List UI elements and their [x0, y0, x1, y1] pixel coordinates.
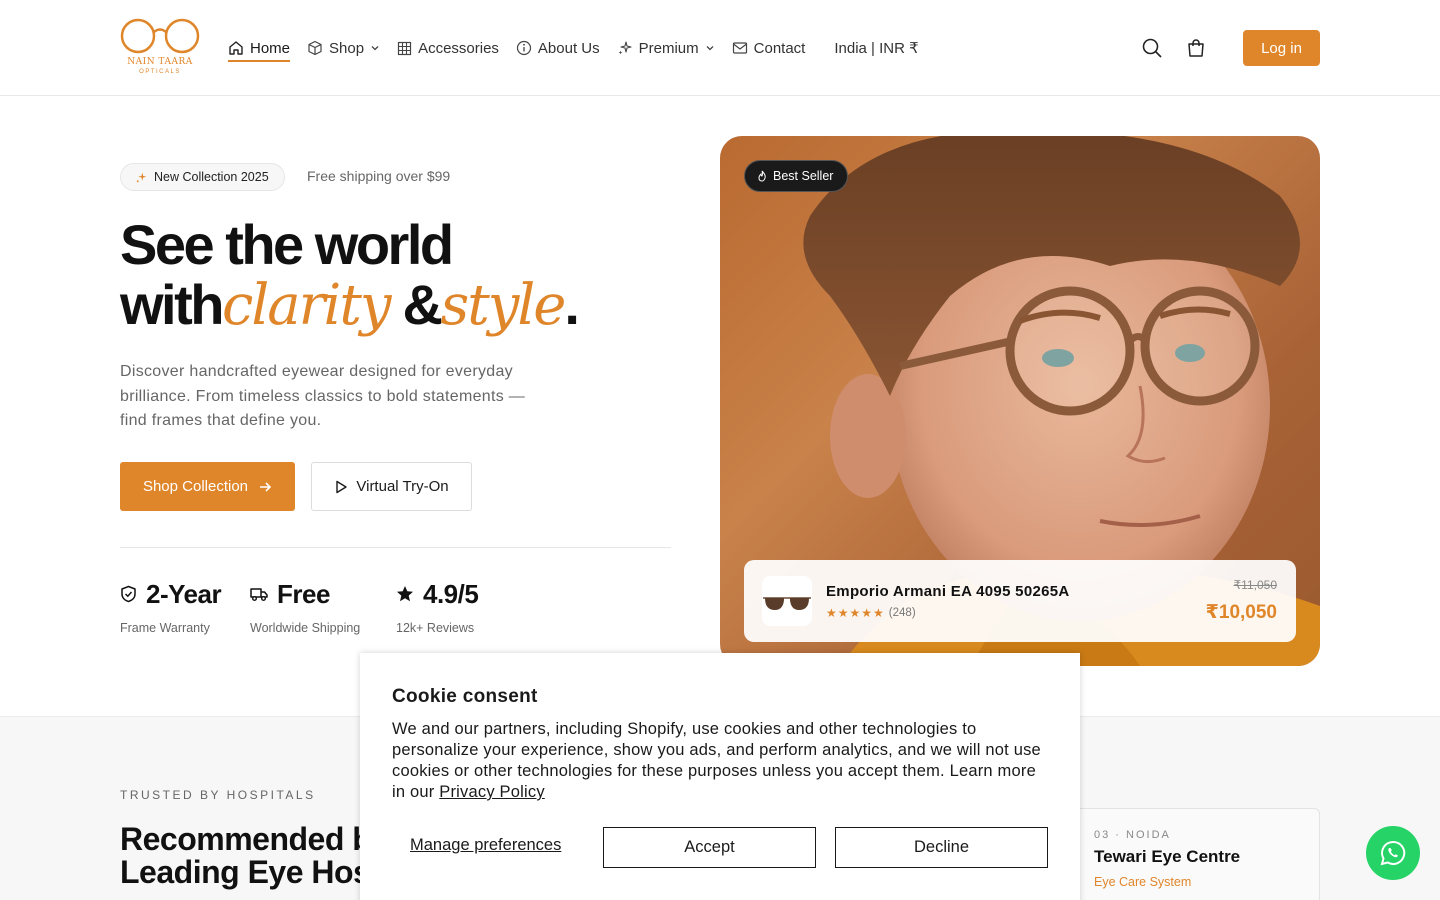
brand-logo[interactable]: NAIN TAARA OPTICALS — [120, 18, 200, 78]
sale-price: ₹10,050 — [1205, 602, 1277, 623]
play-icon — [336, 480, 348, 493]
login-button[interactable]: Log in — [1243, 30, 1320, 66]
free-shipping-note: Free shipping over $99 — [307, 168, 451, 184]
stat-shipping-value: Free — [277, 578, 330, 609]
country-currency-selector[interactable]: India | INR ₹ — [834, 39, 918, 57]
box-icon — [308, 40, 322, 56]
shield-check-icon — [121, 585, 136, 603]
nav-contact-label: Contact — [753, 39, 806, 57]
trusted-eyebrow: TRUSTED BY HOSPITALS — [120, 788, 316, 802]
chevron-down-icon — [706, 46, 714, 51]
hospital-name: Tewari Eye Centre — [1094, 847, 1241, 866]
sunglasses-icon — [763, 597, 811, 610]
shop-collection-label: Shop Collection — [142, 478, 249, 495]
nav-shop-label: Shop — [329, 39, 365, 57]
product-rating: ★★★★★ (248) — [826, 606, 916, 620]
nav-accessories-label: Accessories — [418, 39, 499, 57]
rating-stars: ★★★★★ — [826, 606, 885, 620]
hospital-type: Eye Care System — [1094, 875, 1192, 889]
nav-about[interactable]: About Us — [516, 36, 600, 60]
nav-home[interactable]: Home — [228, 36, 291, 62]
featured-product-card[interactable]: Emporio Armani EA 4095 50265A ★★★★★ (248… — [744, 560, 1296, 642]
product-name: Emporio Armani EA 4095 50265A — [826, 583, 1070, 600]
hero-heading-with: with — [120, 273, 224, 336]
grid-icon — [397, 41, 412, 55]
trusted-heading: Recommended b Leading Eye Hos — [120, 821, 372, 890]
cookie-title: Cookie consent — [392, 686, 538, 707]
decline-button[interactable]: Decline — [835, 827, 1048, 868]
hero-heading: See the world withclarity &style. — [120, 213, 580, 338]
whatsapp-button[interactable] — [1366, 826, 1420, 880]
hero-heading-line1: See the world — [120, 213, 454, 276]
chevron-down-icon — [371, 46, 379, 51]
review-count: (248) — [888, 607, 916, 619]
cart-button[interactable] — [1184, 36, 1208, 60]
privacy-policy-link[interactable]: Privacy Policy — [439, 783, 545, 801]
site-header: NAIN TAARA OPTICALS Home Shop Accessorie… — [0, 0, 1440, 96]
hero-divider — [120, 547, 671, 548]
nav-shop[interactable]: Shop — [307, 36, 380, 60]
sparkles-icon — [136, 172, 147, 183]
brand-name: NAIN TAARA — [127, 57, 193, 67]
original-price: ₹11,050 — [1233, 578, 1277, 592]
nav-contact[interactable]: Contact — [732, 36, 806, 60]
cookie-consent-dialog: Cookie consent We and our partners, incl… — [360, 653, 1080, 900]
stat-reviews-value-row: 4.9/5 — [396, 578, 479, 610]
flame-icon — [758, 170, 766, 182]
product-thumbnail — [762, 576, 812, 626]
stat-warranty: 2-Year Frame Warranty — [120, 578, 222, 636]
virtual-try-on-label: Virtual Try-On — [356, 478, 449, 495]
truck-icon — [250, 588, 268, 601]
virtual-try-on-button[interactable]: Virtual Try-On — [311, 462, 472, 511]
hero-description: Discover handcrafted eyewear designed fo… — [120, 363, 526, 429]
cookie-text: We and our partners, including Shopify, … — [392, 719, 1052, 803]
stat-shipping: Free Worldwide Shipping — [250, 578, 361, 636]
nav-accessories[interactable]: Accessories — [397, 36, 499, 60]
nav-premium[interactable]: Premium — [617, 36, 715, 60]
search-button[interactable] — [1140, 36, 1164, 60]
main-nav: Home Shop Accessories About Us Premium C… — [228, 36, 919, 62]
new-collection-label: New Collection 2025 — [154, 170, 269, 184]
hero-image: Best Seller Emporio Armani EA 4095 50265… — [720, 136, 1320, 666]
hero-heading-style: style — [440, 273, 566, 338]
hero-heading-clarity: clarity — [221, 273, 391, 338]
best-seller-badge: Best Seller — [744, 160, 849, 192]
stat-reviews-label: 12k+ Reviews — [396, 621, 475, 635]
home-icon — [229, 41, 243, 55]
whatsapp-icon — [1380, 840, 1406, 866]
trusted-heading-line1: Recommended b — [120, 821, 372, 857]
stat-shipping-label: Worldwide Shipping — [250, 621, 361, 635]
arrow-right-icon — [260, 481, 272, 492]
new-collection-badge: New Collection 2025 — [120, 163, 285, 191]
manage-preferences-link[interactable]: Manage preferences — [410, 836, 561, 855]
trusted-heading-line2: Leading Eye Hos — [120, 854, 371, 890]
info-icon — [516, 40, 532, 56]
stat-warranty-value-row: 2-Year — [120, 578, 222, 610]
nav-about-label: About Us — [537, 39, 600, 57]
hero-heading-dot: . — [564, 273, 580, 336]
stat-warranty-value: 2-Year — [146, 578, 222, 609]
star-icon — [397, 586, 413, 602]
glasses-logo-icon — [120, 18, 200, 54]
nav-premium-label: Premium — [638, 39, 699, 57]
mail-icon — [732, 42, 747, 54]
nav-home-label: Home — [250, 39, 291, 57]
stat-reviews-value: 4.9/5 — [423, 578, 479, 609]
stat-warranty-label: Frame Warranty — [120, 621, 210, 635]
sparkles-icon — [618, 41, 632, 55]
hero-heading-line2: withclarity &style. — [120, 273, 580, 338]
accept-button[interactable]: Accept — [603, 827, 816, 868]
brand-subtitle: OPTICALS — [139, 69, 181, 75]
search-icon — [1142, 38, 1162, 58]
stat-shipping-value-row: Free — [250, 578, 360, 610]
hospital-card[interactable]: 03 · NOIDA Tewari Eye Centre Eye Care Sy… — [1070, 808, 1320, 900]
stat-reviews: 4.9/5 12k+ Reviews — [396, 578, 479, 636]
hospital-location: 03 · NOIDA — [1094, 829, 1171, 841]
best-seller-label: Best Seller — [773, 169, 834, 183]
shop-collection-button[interactable]: Shop Collection — [120, 462, 295, 511]
shopping-bag-icon — [1188, 39, 1204, 57]
hero-heading-amp: & — [389, 273, 443, 336]
